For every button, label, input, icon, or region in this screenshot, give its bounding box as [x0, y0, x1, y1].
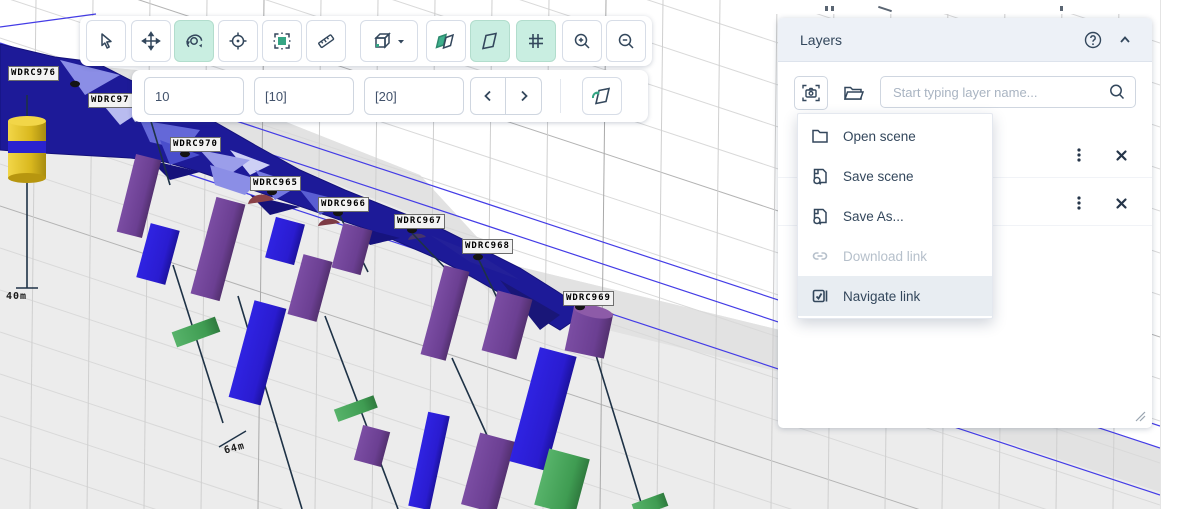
window-top-sliver — [728, 0, 1160, 14]
grid-toggle-button[interactable] — [516, 20, 556, 62]
clip-box-icon — [372, 31, 406, 51]
zoom-out-button[interactable] — [606, 20, 646, 62]
slice-prev-button[interactable] — [470, 77, 506, 115]
menu-item-label: Download link — [843, 249, 927, 264]
ruler-icon — [316, 31, 336, 51]
close-icon — [1115, 197, 1128, 210]
hole-label-wdrc966: WDRC966 — [318, 197, 369, 212]
zoom-out-icon — [616, 31, 636, 51]
measurement-40m: 40m — [6, 291, 27, 302]
help-button[interactable] — [1080, 27, 1106, 53]
hole-label-wdrc97: WDRC97 — [88, 93, 133, 108]
focus-target-button[interactable] — [218, 20, 258, 62]
close-icon — [1115, 149, 1128, 162]
layer-search-input[interactable] — [880, 76, 1136, 108]
menu-item-save-scene[interactable]: Save scene — [798, 156, 992, 196]
crop-icon — [272, 31, 292, 51]
layer-remove-button[interactable] — [1108, 190, 1134, 216]
chevron-right-icon — [517, 89, 531, 103]
target-icon — [228, 31, 248, 51]
right-margin-strip — [1160, 0, 1177, 509]
save-scene-icon — [810, 166, 830, 186]
menu-item-label: Save scene — [843, 169, 914, 184]
scene-capture-icon — [800, 82, 822, 104]
save-scene-icon — [810, 206, 830, 226]
slice-planes-icon — [435, 31, 457, 51]
menu-item-label: Navigate link — [843, 289, 920, 304]
help-icon — [1083, 30, 1103, 50]
zoom-in-button[interactable] — [562, 20, 602, 62]
open-layer-button[interactable] — [836, 76, 870, 110]
menu-item-label: Open scene — [843, 129, 916, 144]
layers-panel-header: Layers — [778, 18, 1152, 62]
chevron-up-icon — [1118, 33, 1132, 47]
orbit-icon — [183, 31, 205, 51]
menu-item-download-link: Download link — [798, 236, 992, 276]
crop-box-button[interactable] — [262, 20, 302, 62]
chevron-left-icon — [481, 89, 495, 103]
hole-label-wdrc967: WDRC967 — [394, 214, 445, 229]
collapse-panel-button[interactable] — [1112, 27, 1138, 53]
slice-from-view-button[interactable] — [582, 77, 622, 115]
cursor-icon — [96, 31, 116, 51]
layers-panel-title: Layers — [800, 32, 1080, 48]
pan-tool-button[interactable] — [131, 20, 171, 62]
pan-icon — [141, 31, 161, 51]
slice-planes-button[interactable] — [426, 20, 466, 62]
hole-label-wdrc968: WDRC968 — [462, 239, 513, 254]
slice-range-input[interactable] — [364, 77, 464, 115]
menu-item-label: Save As... — [843, 209, 904, 224]
toolbar-divider — [560, 79, 561, 113]
panel-resize-handle[interactable] — [1134, 410, 1146, 422]
measure-tool-button[interactable] — [306, 20, 346, 62]
kebab-menu-icon — [1072, 195, 1086, 211]
grid-icon — [526, 31, 546, 51]
clip-box-button[interactable] — [360, 20, 418, 62]
hole-label-wdrc969: WDRC969 — [563, 291, 614, 306]
slice-next-button[interactable] — [506, 77, 542, 115]
slice-plane-button[interactable] — [470, 20, 510, 62]
zoom-in-icon — [572, 31, 592, 51]
kebab-menu-icon — [1072, 147, 1086, 163]
slice-thickness-input[interactable] — [144, 77, 244, 115]
slice-controls-toolbar — [132, 70, 648, 122]
view-toolbar — [80, 16, 652, 66]
layer-options-button[interactable] — [1066, 142, 1092, 168]
menu-item-save-as[interactable]: Save As... — [798, 196, 992, 236]
folder-icon — [842, 82, 864, 104]
slice-step-input[interactable] — [254, 77, 354, 115]
layers-toolbar — [778, 62, 1152, 120]
hole-label-wdrc965: WDRC965 — [250, 176, 301, 191]
orbit-tool-button[interactable] — [174, 20, 214, 62]
menu-item-navigate-link[interactable]: Navigate link — [798, 276, 992, 316]
layer-remove-button[interactable] — [1108, 142, 1134, 168]
select-tool-button[interactable] — [86, 20, 126, 62]
folder-icon — [810, 126, 830, 146]
navigate-icon — [810, 286, 830, 306]
scene-menu-button[interactable] — [794, 76, 828, 110]
slice-arrow-icon — [590, 86, 614, 106]
hole-label-wdrc970: WDRC970 — [170, 137, 221, 152]
menu-item-open-scene[interactable]: Open scene — [798, 116, 992, 156]
search-icon[interactable] — [1106, 81, 1128, 103]
hole-label-wdrc976: WDRC976 — [8, 66, 59, 81]
layer-options-button[interactable] — [1066, 190, 1092, 216]
slice-plane-icon — [479, 31, 501, 51]
link-icon — [810, 246, 830, 266]
scene-menu: Open scene Save scene — [797, 113, 993, 319]
app-root: WDRC976 WDRC97 WDRC970 WDRC965 WDRC966 W… — [0, 0, 1177, 509]
